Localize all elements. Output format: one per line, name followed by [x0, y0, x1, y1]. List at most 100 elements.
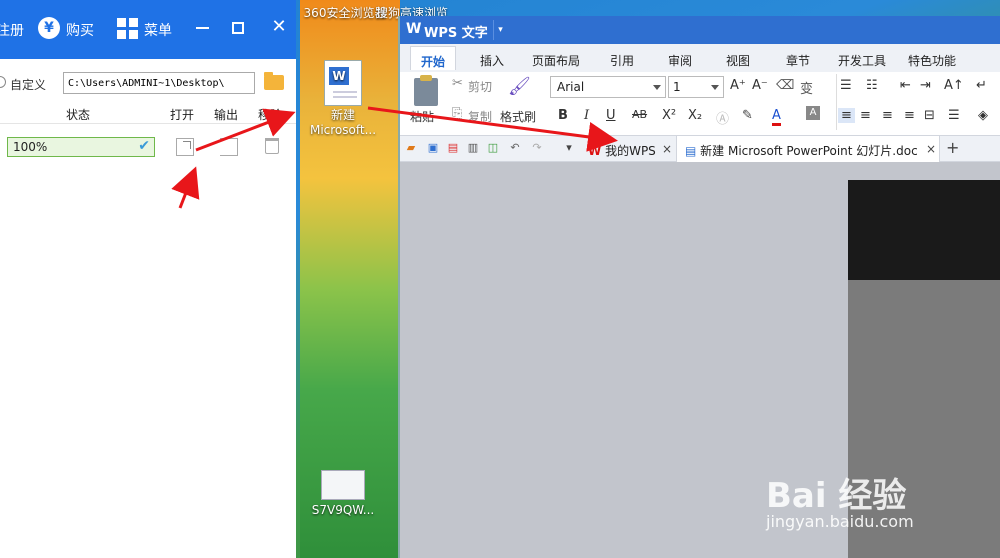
- cut-button[interactable]: 剪切: [468, 78, 492, 95]
- align-left-icon[interactable]: ≡: [838, 108, 855, 123]
- ribbon-tabs: 开始 插入 页面布局 引用 审阅 视图 章节 开发工具 特色功能: [400, 44, 1000, 72]
- maximize-icon[interactable]: [232, 22, 244, 34]
- custom-path-label: 自定义: [10, 78, 47, 92]
- sort-icon[interactable]: A↑: [944, 78, 964, 93]
- tab-developer[interactable]: 开发工具: [838, 52, 886, 69]
- grid-icon[interactable]: [116, 17, 138, 39]
- output-folder-icon[interactable]: [220, 138, 238, 156]
- tab-features[interactable]: 特色功能: [908, 52, 956, 69]
- align-center-icon[interactable]: ≡: [860, 108, 871, 123]
- app-menu-dropdown[interactable]: ▾: [493, 20, 507, 40]
- wps-app-title: WPS 文字: [424, 26, 488, 41]
- tab-label: 我的WPS: [605, 144, 656, 158]
- decrease-indent-icon[interactable]: ⇤: [900, 78, 911, 93]
- tab-chapter[interactable]: 章节: [786, 52, 810, 69]
- tab-active-document[interactable]: ▤ 新建 Microsoft PowerPoint 幻灯片.doc: [676, 136, 940, 162]
- clear-format-icon[interactable]: ⌫: [776, 78, 794, 93]
- paragraph-shading-icon[interactable]: ◈: [978, 108, 988, 123]
- desktop-icon-label: S7V9QW...: [311, 503, 375, 517]
- print-preview-icon[interactable]: ◫: [486, 141, 500, 155]
- copy-icon[interactable]: ⎘: [452, 106, 462, 121]
- show-marks-icon[interactable]: ↵: [976, 78, 987, 93]
- output-path-input[interactable]: [63, 72, 255, 94]
- bold-button[interactable]: B: [558, 108, 568, 123]
- tab-home[interactable]: 开始: [410, 46, 457, 70]
- tab-insert[interactable]: 插入: [480, 52, 504, 69]
- strikethrough-button[interactable]: AB: [632, 108, 647, 121]
- line-spacing-icon[interactable]: ☰: [948, 108, 960, 123]
- desktop-icon-label-line2: Microsoft...: [309, 123, 377, 137]
- char-shading-icon[interactable]: A: [806, 106, 820, 120]
- undo-icon[interactable]: ↶: [508, 141, 522, 155]
- open-folder-icon[interactable]: ▰: [404, 141, 418, 155]
- page-dark-band: [848, 180, 1000, 280]
- font-shrink-button[interactable]: A⁻: [752, 78, 768, 93]
- format-painter-button[interactable]: 格式刷: [500, 108, 536, 125]
- italic-button[interactable]: I: [584, 108, 589, 123]
- chevron-down-icon: [653, 85, 661, 90]
- custom-path-radio[interactable]: [0, 76, 6, 88]
- redo-icon[interactable]: ↷: [530, 141, 544, 155]
- customize-dropdown-icon[interactable]: ▾: [562, 141, 576, 155]
- text-effect-icon[interactable]: Ⓐ: [716, 108, 729, 127]
- numbered-list-icon[interactable]: ☷: [866, 78, 878, 93]
- output-path-row: 自定义: [0, 70, 296, 96]
- clipboard-icon[interactable]: [414, 75, 438, 106]
- close-icon[interactable]: ✕: [266, 14, 292, 40]
- watermark-brand: Bai 经验: [766, 476, 907, 516]
- export-pdf-icon[interactable]: ▤: [446, 141, 460, 155]
- trash-icon[interactable]: [265, 138, 279, 154]
- tab-label: 新建 Microsoft PowerPoint 幻灯片.doc: [700, 144, 918, 158]
- minimize-icon[interactable]: [196, 27, 209, 29]
- tab-my-wps[interactable]: W 我的WPS: [580, 136, 674, 162]
- tab-references[interactable]: 引用: [610, 52, 634, 69]
- buy-button[interactable]: 购买: [66, 20, 94, 40]
- watermark-url: jingyan.baidu.com: [766, 512, 914, 531]
- tab-review[interactable]: 审阅: [668, 52, 692, 69]
- converter-window: 注册 ¥ 购买 菜单 ✕ 自定义 状态 打开 输出 移除 100% ✔: [0, 0, 296, 558]
- superscript-button[interactable]: X²: [662, 108, 676, 123]
- scissors-icon[interactable]: ✂: [452, 76, 463, 91]
- open-file-icon[interactable]: [176, 138, 194, 156]
- save-icon[interactable]: ▣: [426, 141, 440, 155]
- font-grow-button[interactable]: A⁺: [730, 78, 746, 93]
- desktop-icon-new-doc[interactable]: W 新建 Microsoft...: [298, 60, 388, 138]
- close-tab-icon[interactable]: ×: [662, 142, 672, 156]
- distribute-icon[interactable]: ⊟: [924, 108, 935, 123]
- progress-text: 100%: [13, 140, 48, 154]
- menu-button[interactable]: 菜单: [144, 20, 172, 40]
- progress-bar: 100% ✔: [7, 137, 155, 157]
- phonetic-guide-button[interactable]: 变: [800, 78, 813, 97]
- paste-button[interactable]: 粘贴: [410, 108, 434, 125]
- doc-file-icon: ▤: [685, 144, 697, 158]
- folder-icon[interactable]: [264, 72, 284, 90]
- column-remove: 移除: [258, 108, 283, 122]
- subscript-button[interactable]: X₂: [688, 108, 702, 123]
- print-icon[interactable]: ▥: [466, 141, 480, 155]
- align-right-icon[interactable]: ≡: [882, 108, 893, 123]
- tab-page-layout[interactable]: 页面布局: [532, 52, 580, 69]
- font-name-select[interactable]: Arial: [550, 76, 666, 98]
- bullet-list-icon[interactable]: ☰: [840, 78, 852, 93]
- chevron-down-icon: [711, 85, 719, 90]
- desktop-icon-screenshot[interactable]: S7V9QW...: [298, 470, 388, 518]
- column-output: 输出: [214, 108, 239, 122]
- highlight-icon[interactable]: ✎: [742, 108, 753, 123]
- tab-view[interactable]: 视图: [726, 52, 750, 69]
- justify-icon[interactable]: ≡: [904, 108, 915, 123]
- font-size-value: 1: [673, 80, 681, 94]
- word-doc-icon: W: [324, 60, 362, 106]
- yen-icon[interactable]: ¥: [38, 17, 60, 39]
- increase-indent-icon[interactable]: ⇥: [920, 78, 931, 93]
- new-tab-button[interactable]: +: [946, 138, 959, 157]
- wps-logo-icon: W: [406, 21, 422, 37]
- underline-button[interactable]: U: [606, 108, 616, 123]
- file-list-header: 状态 打开 输出 移除: [0, 100, 296, 124]
- font-color-button[interactable]: A: [772, 108, 781, 126]
- brush-icon[interactable]: 🖌: [508, 76, 531, 97]
- register-label[interactable]: 注册: [0, 20, 24, 40]
- close-tab-icon[interactable]: ×: [926, 142, 936, 156]
- quick-access-and-doc-tabs: ▰ ▣ ▤ ▥ ◫ ↶ ↷ ▾ W 我的WPS × ▤ 新建 Microsoft…: [400, 136, 1000, 162]
- font-size-select[interactable]: 1: [668, 76, 724, 98]
- copy-button[interactable]: 复制: [468, 108, 492, 125]
